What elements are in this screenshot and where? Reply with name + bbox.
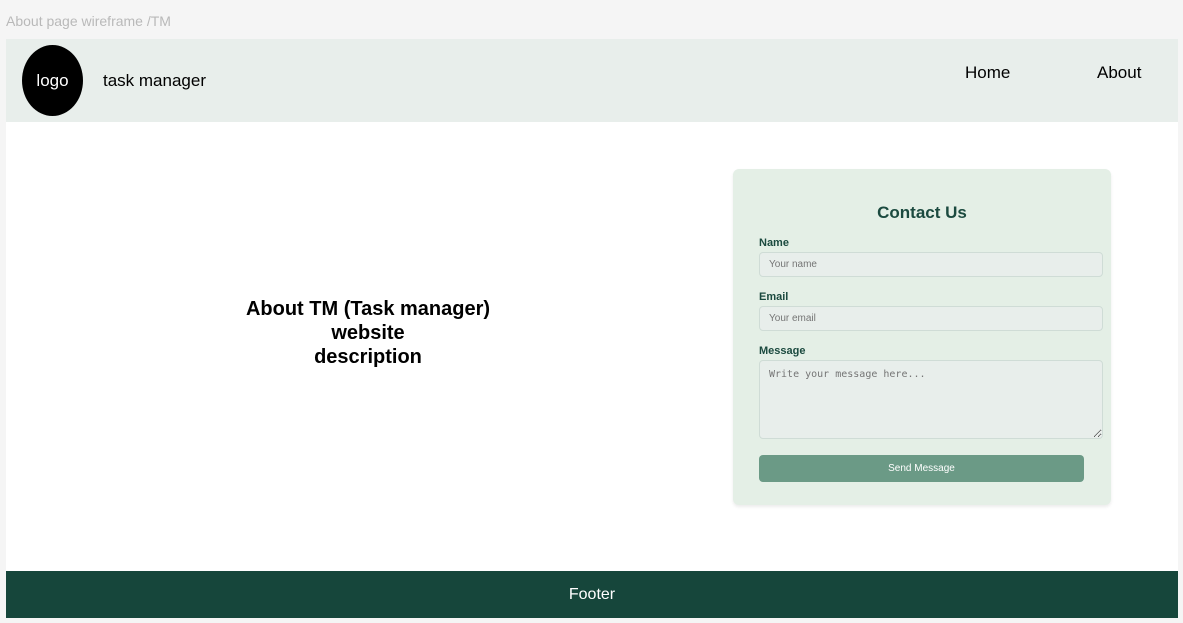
name-field[interactable] [759,252,1103,277]
about-subtitle-website: website [331,322,405,344]
message-label: Message [759,345,806,357]
canvas-frame-label: About page wireframe /TM [6,13,171,29]
nav-home-link[interactable]: Home [965,63,1010,83]
brand-name: task manager [103,71,206,90]
site-header: logo task manager Home About [6,39,1178,122]
logo[interactable]: logo [22,45,83,116]
contact-form: Contact Us Name Email Message Send Messa… [733,169,1111,505]
email-label: Email [759,291,789,303]
page-frame: logo task manager Home About About TM (T… [6,39,1178,618]
contact-title: Contact Us [877,203,967,222]
about-title: About TM (Task manager) [245,298,491,320]
footer-text: Footer [568,585,616,603]
email-field[interactable] [759,306,1103,331]
about-description: About TM (Task manager) website descript… [188,297,548,369]
message-field[interactable] [759,360,1103,439]
site-footer: Footer [6,571,1178,618]
name-label: Name [759,237,789,249]
nav-about-link[interactable]: About [1097,63,1141,83]
send-message-button[interactable]: Send Message [759,455,1084,482]
about-subtitle-description: description [314,346,422,368]
